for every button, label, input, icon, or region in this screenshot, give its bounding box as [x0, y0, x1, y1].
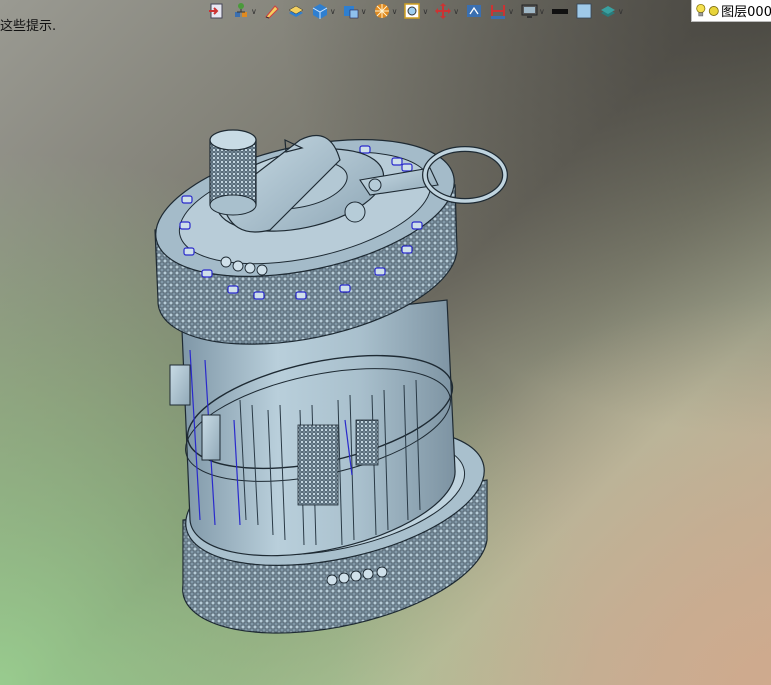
cad-model-viewport[interactable] — [0, 0, 771, 685]
